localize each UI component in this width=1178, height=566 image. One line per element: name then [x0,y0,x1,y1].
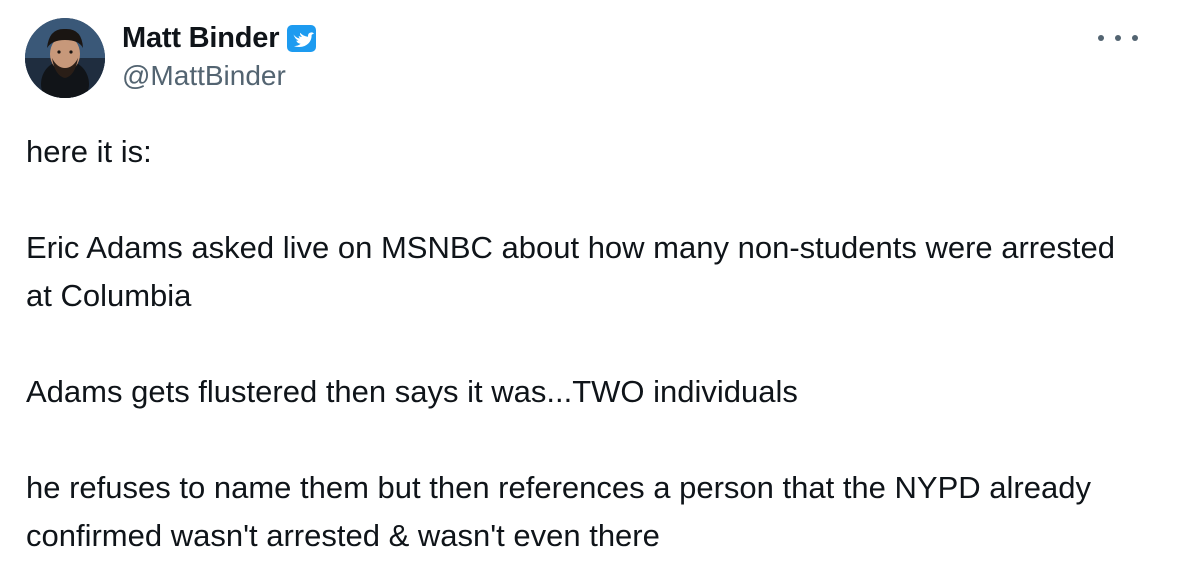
avatar-image [25,18,105,98]
tweet-paragraph: here it is: [26,134,152,169]
tweet-text: here it is: Eric Adams asked live on MSN… [26,128,1146,560]
tweet-card: Matt Binder @MattBinder here it is: Eric… [0,0,1178,566]
tweet-paragraph: he refuses to name them but then referen… [26,470,1091,553]
tweet-paragraph: Adams gets flustered then says it was...… [26,374,798,409]
more-dot-icon [1132,35,1138,41]
author-block: Matt Binder @MattBinder [122,18,318,92]
display-name[interactable]: Matt Binder [122,22,280,55]
more-dot-icon [1098,35,1104,41]
verified-badge-icon [285,22,318,55]
more-options-button[interactable] [1098,26,1138,50]
avatar[interactable] [25,18,105,98]
tweet-paragraph: Eric Adams asked live on MSNBC about how… [26,230,1115,313]
more-dot-icon [1115,35,1121,41]
user-handle[interactable]: @MattBinder [122,60,318,92]
name-row: Matt Binder [122,18,318,58]
